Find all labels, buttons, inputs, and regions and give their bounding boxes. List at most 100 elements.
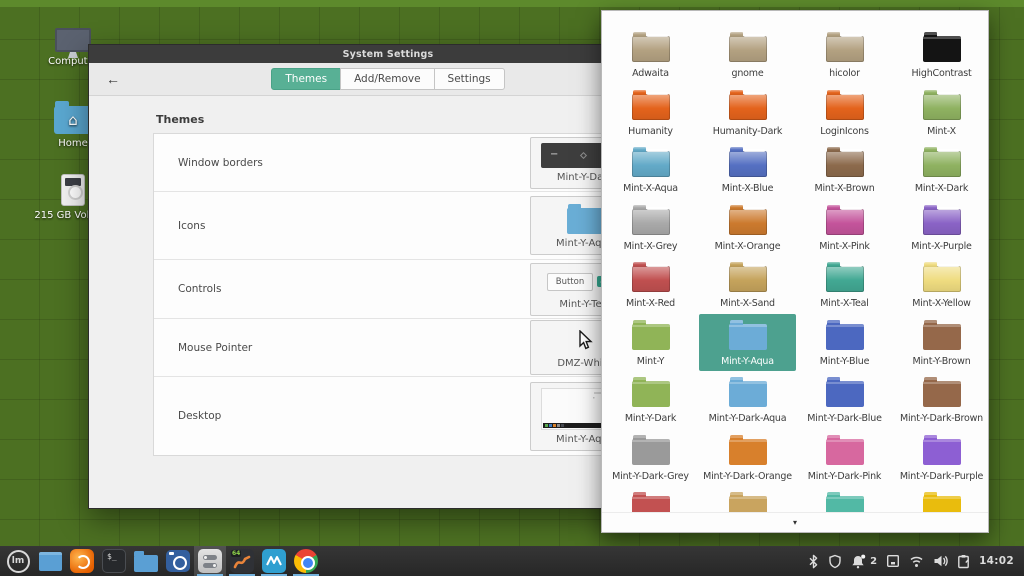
chrome-task[interactable] xyxy=(290,546,322,576)
folder-icon xyxy=(826,209,864,235)
icon-theme-adwaita[interactable]: Adwaita xyxy=(602,26,699,84)
mint-menu-button[interactable]: lm xyxy=(2,546,34,576)
icon-theme-mint-y-dark-pink[interactable]: Mint-Y-Dark-Pink xyxy=(796,429,893,487)
folder-icon xyxy=(729,151,767,177)
folder-icon xyxy=(826,36,864,62)
icon-theme-mint-y-brown[interactable]: Mint-Y-Brown xyxy=(893,314,988,372)
folder-icon xyxy=(923,381,961,407)
clipboard-icon[interactable] xyxy=(957,554,970,569)
folder-icon xyxy=(923,151,961,177)
app-64bit-task[interactable]: 64 xyxy=(226,546,258,576)
icon-theme-mint-x-yellow[interactable]: Mint-X-Yellow xyxy=(893,256,988,314)
icon-theme-mint-x-aqua[interactable]: Mint-X-Aqua xyxy=(602,141,699,199)
icon-theme-mint-x-dark[interactable]: Mint-X-Dark xyxy=(893,141,988,199)
volume-icon[interactable] xyxy=(933,554,948,568)
icon-theme-mint-y[interactable]: Mint-Y xyxy=(602,314,699,372)
icon-theme-label: Mint-Y-Aqua xyxy=(721,356,774,367)
folder-icon xyxy=(729,324,767,350)
icon-theme-humanity[interactable]: Humanity xyxy=(602,84,699,142)
icon-theme-label: Mint-Y-Dark-Grey xyxy=(612,471,689,482)
tab-bar: Themes Add/Remove Settings xyxy=(271,68,504,90)
icon-theme-mint-x-pink[interactable]: Mint-X-Pink xyxy=(796,199,893,257)
icon-theme-label: Mint-Y-Dark-Blue xyxy=(807,413,881,424)
folder-icon xyxy=(567,208,603,234)
system-settings-task[interactable] xyxy=(194,546,226,576)
icon-theme-label: Mint-Y-Dark-Purple xyxy=(900,471,983,482)
system-settings-window: System Settings ← Themes Add/Remove Sett… xyxy=(88,44,688,509)
icon-theme-label: Mint-Y-Blue xyxy=(820,356,869,367)
icon-theme-mint-y-dark-orange[interactable]: Mint-Y-Dark-Orange xyxy=(699,429,796,487)
cursor-icon xyxy=(578,326,593,354)
theme-row-desktop: Desktop Mint-Y-Aqua xyxy=(154,377,652,455)
icon-theme-humanity-dark[interactable]: Humanity-Dark xyxy=(699,84,796,142)
tab-settings[interactable]: Settings xyxy=(434,68,505,90)
folder-icon xyxy=(826,439,864,465)
terminal-icon: $_ xyxy=(102,549,126,573)
icon-theme-loginicons[interactable]: LoginIcons xyxy=(796,84,893,142)
icon-theme-label: Humanity-Dark xyxy=(713,126,782,137)
scroll-down-button[interactable]: ▾ xyxy=(602,512,988,532)
icon-theme-label: Mint-X-Blue xyxy=(722,183,773,194)
icon-theme-mint-x-blue[interactable]: Mint-X-Blue xyxy=(699,141,796,199)
folder-icon xyxy=(923,209,961,235)
folder-icon xyxy=(632,94,670,120)
icon-theme-mint-y-dark[interactable]: Mint-Y-Dark xyxy=(602,371,699,429)
folder-icon xyxy=(826,94,864,120)
icon-theme-mint-y-dark-purple[interactable]: Mint-Y-Dark-Purple xyxy=(893,429,988,487)
shield-icon[interactable] xyxy=(828,554,842,569)
tab-add-remove[interactable]: Add/Remove xyxy=(340,68,434,90)
icon-theme-label: Mint-X-Red xyxy=(626,298,675,309)
bluetooth-icon[interactable] xyxy=(808,554,819,569)
icon-theme-label: Mint-Y-Dark xyxy=(625,413,676,424)
icon-theme-mint-x-sand[interactable]: Mint-X-Sand xyxy=(699,256,796,314)
window-titlebar[interactable]: System Settings xyxy=(89,45,687,63)
folder-icon xyxy=(632,36,670,62)
display-icon[interactable] xyxy=(886,554,900,568)
icon-theme-label: Humanity xyxy=(628,126,673,137)
folder-icon xyxy=(923,439,961,465)
terminal-launcher[interactable]: $_ xyxy=(98,546,130,576)
icon-theme-mint-y-blue[interactable]: Mint-Y-Blue xyxy=(796,314,893,372)
folder-icon xyxy=(729,381,767,407)
icon-theme-mint-y-dark-brown[interactable]: Mint-Y-Dark-Brown xyxy=(893,371,988,429)
icon-theme-mint-x-grey[interactable]: Mint-X-Grey xyxy=(602,199,699,257)
icon-theme-label: LoginIcons xyxy=(820,126,868,137)
theme-row-icons: Icons Mint-Y-Aqua xyxy=(154,192,652,260)
settings-toggles-icon xyxy=(198,549,222,573)
icon-theme-label: Mint-X-Yellow xyxy=(912,298,971,309)
notifications-icon[interactable] xyxy=(851,554,866,569)
theme-row-mouse-pointer: Mouse Pointer DMZ-White xyxy=(154,319,652,377)
screenshot-launcher[interactable] xyxy=(162,546,194,576)
theme-row-label: Controls xyxy=(178,283,530,295)
icon-theme-label: Mint-Y-Dark-Aqua xyxy=(709,413,787,424)
icon-theme-mint-x-teal[interactable]: Mint-X-Teal xyxy=(796,256,893,314)
window-toolbar: ← Themes Add/Remove Settings xyxy=(89,63,687,96)
maximize-icon xyxy=(580,151,587,158)
folder-icon xyxy=(826,381,864,407)
file-manager-launcher[interactable] xyxy=(130,546,162,576)
notification-count: 2 xyxy=(870,556,877,567)
icon-theme-mint-x[interactable]: Mint-X xyxy=(893,84,988,142)
camera-icon xyxy=(166,550,190,572)
icon-theme-gnome[interactable]: gnome xyxy=(699,26,796,84)
icon-theme-mint-y-aqua[interactable]: Mint-Y-Aqua xyxy=(699,314,796,372)
section-heading: Themes xyxy=(156,113,204,126)
icon-theme-mint-x-brown[interactable]: Mint-X-Brown xyxy=(796,141,893,199)
icon-theme-mint-y-dark-grey[interactable]: Mint-Y-Dark-Grey xyxy=(602,429,699,487)
icon-theme-mint-x-purple[interactable]: Mint-X-Purple xyxy=(893,199,988,257)
wifi-icon[interactable] xyxy=(909,555,924,568)
show-desktop-button[interactable] xyxy=(34,546,66,576)
icon-theme-label: Mint-Y-Brown xyxy=(912,356,970,367)
icon-theme-mint-x-orange[interactable]: Mint-X-Orange xyxy=(699,199,796,257)
icon-theme-highcontrast[interactable]: HighContrast xyxy=(893,26,988,84)
icon-theme-label: Mint-X-Dark xyxy=(915,183,968,194)
back-button[interactable]: ← xyxy=(102,69,124,89)
firefox-launcher[interactable] xyxy=(66,546,98,576)
icon-theme-mint-x-red[interactable]: Mint-X-Red xyxy=(602,256,699,314)
tab-themes[interactable]: Themes xyxy=(271,68,341,90)
icon-theme-grid: AdwaitagnomehicolorHighContrast Humanity H… xyxy=(602,26,988,522)
icon-theme-hicolor[interactable]: hicolor xyxy=(796,26,893,84)
icon-theme-mint-y-dark-aqua[interactable]: Mint-Y-Dark-Aqua xyxy=(699,371,796,429)
icon-theme-mint-y-dark-blue[interactable]: Mint-Y-Dark-Blue xyxy=(796,371,893,429)
system-monitor-task[interactable] xyxy=(258,546,290,576)
